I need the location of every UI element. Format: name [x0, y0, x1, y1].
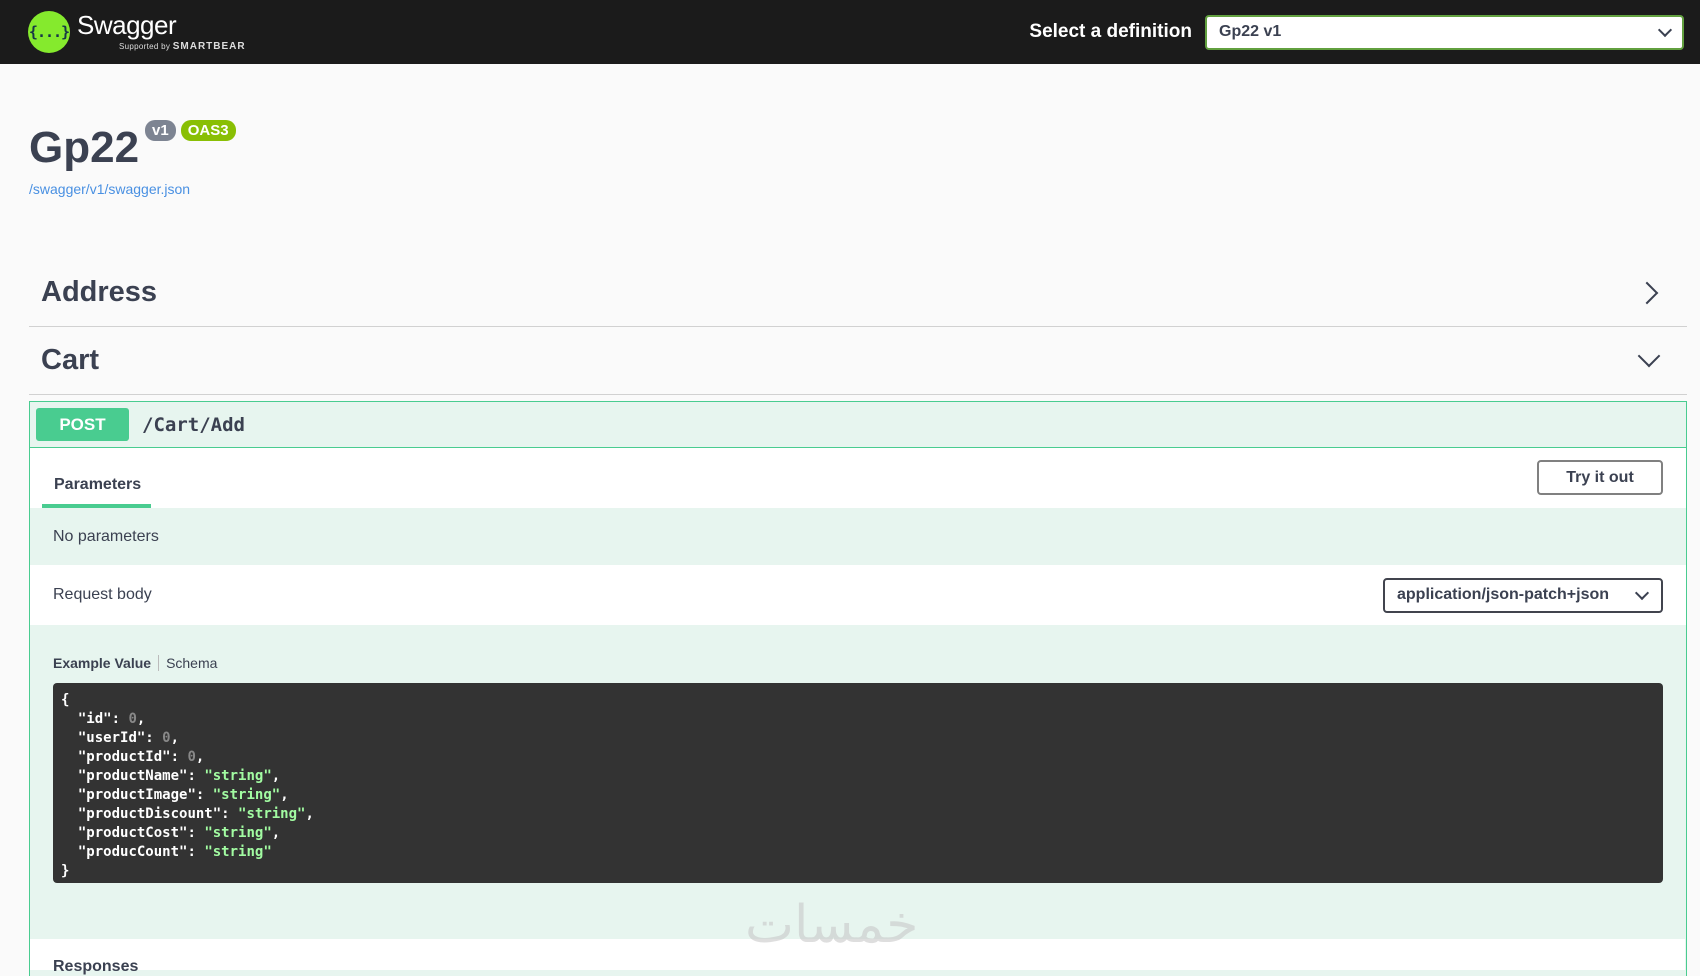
code-key: productDiscount	[86, 806, 213, 822]
request-body-header: Request body application/json-patch+json	[30, 565, 1686, 625]
definition-select[interactable]: Gp22 v1	[1205, 14, 1684, 50]
operation-summary[interactable]: POST /Cart/Add	[30, 402, 1686, 448]
logo-supported-by: Supported by	[119, 42, 171, 51]
no-parameters-text: No parameters	[53, 527, 159, 545]
version-badge: v1	[145, 120, 176, 141]
operation-post-cart-add: POST /Cart/Add Parameters Try it out No …	[29, 401, 1687, 976]
parameters-header: Parameters Try it out	[30, 448, 1686, 508]
chevron-down-icon	[1657, 22, 1673, 37]
code-key: userId	[86, 730, 137, 746]
content-type-value: application/json-patch+json	[1397, 586, 1610, 603]
swagger-logo[interactable]: {...} Swagger Supported by SMARTBEAR	[28, 11, 246, 53]
chevron-right-icon	[1635, 281, 1659, 304]
tag-name: Cart	[41, 344, 100, 376]
request-body-label: Request body	[53, 586, 152, 603]
code-line: "userId": 0,	[61, 730, 180, 746]
chevron-down-icon	[1637, 344, 1661, 367]
code-line: "producCount": "string"	[61, 844, 272, 860]
logo-company: SMARTBEAR	[172, 41, 246, 52]
api-info: Gp22 v1 OAS3 /swagger/v1/swagger.json	[0, 64, 1700, 199]
code-brace-close: }	[61, 863, 70, 879]
code-line: "id": 0,	[61, 711, 146, 727]
top-bar: {...} Swagger Supported by SMARTBEAR Sel…	[0, 0, 1700, 64]
code-value: "string"	[212, 787, 281, 803]
oas-badge: OAS3	[180, 120, 236, 141]
code-line: "productDiscount": "string",	[61, 806, 314, 822]
method-badge: POST	[36, 408, 129, 441]
code-value: 0	[162, 730, 171, 746]
definition-label: Select a definition	[1029, 21, 1192, 42]
code-value: "string"	[204, 825, 272, 841]
watermark: خمسات	[745, 895, 919, 955]
tag-name: Address	[41, 276, 158, 308]
code-value: "string"	[204, 768, 272, 784]
tab-schema[interactable]: Schema	[159, 655, 217, 671]
code-key: id	[86, 711, 104, 727]
definition-select-value: Gp22 v1	[1219, 23, 1282, 40]
try-it-out-button[interactable]: Try it out	[1537, 460, 1663, 495]
code-line: "productCost": "string",	[61, 825, 281, 841]
code-line: "productName": "string",	[61, 768, 281, 784]
tag-address[interactable]: Address	[29, 259, 1687, 327]
swagger-logo-icon: {...}	[28, 11, 70, 53]
code-key: productImage	[86, 787, 188, 803]
tab-parameters[interactable]: Parameters	[42, 476, 151, 508]
code-key: productName	[86, 768, 180, 784]
logo-subtitle: Supported by SMARTBEAR	[119, 42, 246, 52]
code-value: "string"	[238, 806, 306, 822]
spec-url-link[interactable]: /swagger/v1/swagger.json	[29, 181, 190, 197]
code-line: "productId": 0,	[61, 749, 205, 765]
responses-label: Responses	[53, 958, 139, 975]
content-type-select[interactable]: application/json-patch+json	[1383, 577, 1663, 613]
code-line: "productImage": "string",	[61, 787, 289, 803]
code-key: productId	[86, 749, 163, 765]
example-section: Example Value Schema { "id": 0, "userId"…	[30, 625, 1686, 883]
example-code-block: { "id": 0, "userId": 0, "productId": 0, …	[53, 683, 1663, 883]
code-value: 0	[128, 711, 137, 727]
api-title: Gp22	[29, 123, 140, 172]
tab-example-value[interactable]: Example Value	[53, 655, 160, 671]
code-value: 0	[187, 749, 196, 765]
swagger-logo-text: Swagger Supported by SMARTBEAR	[77, 12, 246, 52]
example-tabs: Example Value Schema	[53, 655, 1663, 671]
code-brace-open: {	[61, 692, 70, 708]
logo-name: Swagger	[77, 10, 177, 40]
code-value: "string"	[204, 844, 272, 860]
code-key: productCost	[86, 825, 180, 841]
chevron-down-icon	[1634, 585, 1650, 600]
code-key: producCount	[86, 844, 180, 860]
operation-path: /Cart/Add	[142, 413, 245, 436]
tag-cart[interactable]: Cart	[29, 327, 1687, 395]
